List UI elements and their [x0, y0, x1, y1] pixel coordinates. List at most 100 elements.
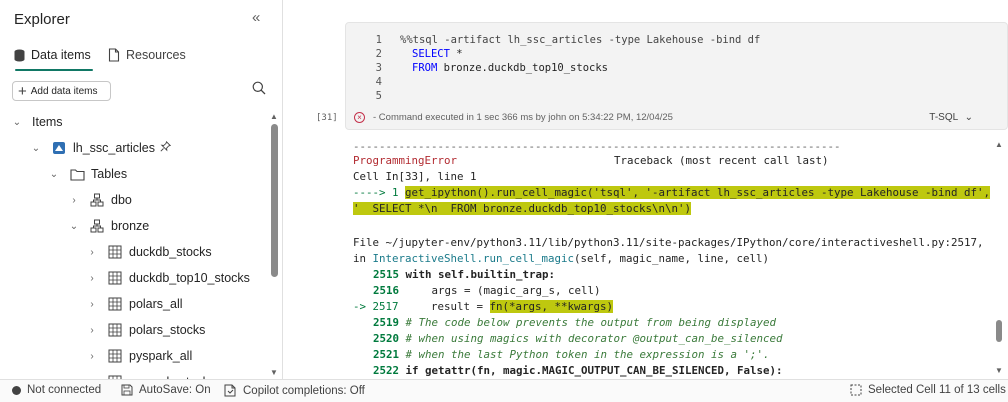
line-number: 3: [375, 62, 382, 74]
source-code: result =: [398, 300, 490, 313]
table-icon: [107, 270, 123, 286]
explorer-scrollbar[interactable]: ▲ ▼: [270, 112, 278, 379]
tab-resources[interactable]: Resources: [108, 44, 186, 66]
chevron-right-icon: ›: [90, 324, 94, 336]
source-line: 2516 args = (magic_arg_s, cell): [373, 284, 601, 297]
tree-label: duckdb_top10_stocks: [129, 271, 250, 285]
tree-item-items[interactable]: ⌄ Items: [12, 110, 63, 134]
code-line-magic[interactable]: %%tsql -artifact lh_ssc_articles -type L…: [400, 34, 760, 46]
tree-item-table[interactable]: › polars_stocks: [87, 318, 205, 342]
tree-label: bronze: [111, 219, 150, 233]
lakehouse-icon: [51, 140, 67, 156]
pin-icon[interactable]: [160, 140, 172, 155]
document-icon: [108, 48, 120, 62]
error-name: ProgrammingError: [353, 154, 458, 167]
source-comment: # when the last Python token in the expr…: [399, 348, 770, 361]
connection-label: Not connected: [27, 384, 102, 396]
folder-icon: [69, 166, 85, 182]
scroll-thumb[interactable]: [271, 124, 278, 277]
status-bar: Not connected AutoSave: On Copilot compl…: [0, 379, 1008, 402]
source-code: if getattr(fn, magic.MAGIC_OUTPUT_CAN_BE…: [399, 364, 783, 377]
chevron-right-icon: ›: [90, 272, 94, 284]
source-line: 2522 if getattr(fn, magic.MAGIC_OUTPUT_C…: [373, 364, 783, 377]
tree-item-table[interactable]: › duckdb_top10_stocks: [87, 266, 250, 290]
copilot-icon: [224, 384, 236, 397]
line-number: 2515: [373, 268, 400, 281]
tree-label: pyspark_all: [129, 349, 193, 363]
code-line-select[interactable]: SELECT *: [412, 48, 463, 60]
tree-item-bronze[interactable]: ⌄ bronze: [69, 214, 149, 238]
highlighted-call: get_ipython().run_cell_magic('tsql', '-a…: [405, 186, 991, 199]
source-code: with self.builtin_trap:: [399, 268, 556, 281]
scroll-down-icon[interactable]: ▼: [270, 368, 278, 377]
save-icon: [121, 384, 133, 396]
error-icon: ×: [354, 112, 365, 123]
database-icon: [14, 49, 25, 61]
source-code: args = (magic_arg_s, cell): [399, 284, 601, 297]
tree-label: lh_ssc_articles: [73, 141, 155, 155]
search-icon[interactable]: [252, 81, 266, 98]
language-selector[interactable]: T-SQL ⌄: [929, 112, 973, 123]
source-line: 2519 # The code below prevents the outpu…: [373, 316, 776, 329]
connection-status[interactable]: Not connected: [12, 384, 101, 396]
chevron-down-icon: ⌄: [69, 220, 79, 232]
tree-label: dbo: [111, 193, 132, 207]
chevron-down-icon: ⌄: [49, 168, 59, 180]
line-number: 2: [375, 48, 382, 60]
table-icon: [107, 244, 123, 260]
source-line: 2520 # when using magics with decorator …: [373, 332, 783, 345]
scroll-up-icon[interactable]: ▲: [270, 112, 278, 121]
traceback-line: ----> 1 get_ipython().run_cell_magic('ts…: [353, 186, 991, 199]
autosave-status[interactable]: AutoSave: On: [121, 384, 211, 396]
tree-label: Tables: [91, 167, 128, 181]
tree-item-lakehouse[interactable]: ⌄ lh_ssc_articles: [31, 136, 172, 160]
add-data-items-button[interactable]: + Add data items: [12, 81, 111, 101]
source-line: 2521 # when the last Python token in the…: [373, 348, 770, 361]
cell-output: ----------------------------------------…: [353, 142, 993, 379]
cell-status-text: - Command executed in 1 sec 366 ms by jo…: [373, 112, 673, 123]
plus-icon: +: [18, 82, 27, 100]
line-number: 2520: [373, 332, 400, 345]
language-label: T-SQL: [929, 112, 958, 123]
autosave-label: AutoSave: On: [139, 384, 211, 396]
output-rule: ----------------------------------------…: [353, 142, 841, 153]
tree-item-table[interactable]: › duckdb_stocks: [87, 240, 211, 264]
tab-data-items-label: Data items: [31, 48, 91, 62]
chevron-right-icon: ›: [90, 298, 94, 310]
arrow-marker: -> 2517: [353, 300, 399, 313]
tree-item-tables[interactable]: ⌄ Tables: [49, 162, 127, 186]
code-line-from[interactable]: FROM bronze.duckdb_top10_stocks: [412, 62, 608, 74]
tab-resources-label: Resources: [126, 48, 186, 62]
tree-label: polars_stocks: [129, 323, 206, 337]
copilot-status[interactable]: Copilot completions: Off: [224, 384, 365, 397]
tab-data-items[interactable]: Data items: [14, 44, 93, 71]
func-line: in InteractiveShell.run_cell_magic(self,…: [353, 252, 769, 265]
tree-item-table[interactable]: › pyspark_stocks: [87, 370, 215, 379]
status-dot-icon: [12, 385, 21, 395]
source-comment: # The code below prevents the output fro…: [399, 316, 777, 329]
tree-item-dbo[interactable]: › dbo: [69, 188, 132, 212]
in-word: in: [353, 252, 373, 265]
code-cell[interactable]: 1 2 3 4 5 %%tsql -artifact lh_ssc_articl…: [345, 22, 1008, 130]
cell-ref: Cell In[33], line 1: [353, 170, 477, 183]
highlighted-call: ' SELECT *\n FROM bronze.duckdb_top10_st…: [353, 202, 692, 215]
table-icon: [107, 322, 123, 338]
tree-item-table[interactable]: › pyspark_all: [87, 344, 192, 368]
schema-icon: [89, 192, 105, 208]
arrow-marker: ----> 1: [353, 186, 406, 199]
code-text: *: [449, 48, 463, 60]
tree-item-table[interactable]: › polars_all: [87, 292, 182, 316]
copilot-label: Copilot completions: Off: [243, 384, 365, 397]
source-line: 2515 with self.builtin_trap:: [373, 268, 555, 281]
chevron-down-icon: ⌄: [964, 112, 973, 123]
traceback-line: ' SELECT *\n FROM bronze.duckdb_top10_st…: [353, 202, 692, 215]
line-number: 1: [375, 34, 382, 46]
output-scrollbar[interactable]: ▲ ▼: [994, 140, 1004, 379]
scroll-up-icon[interactable]: ▲: [995, 140, 1003, 149]
scroll-thumb[interactable]: [996, 320, 1002, 342]
execution-count: [31]: [316, 113, 338, 123]
function-args: (self, magic_name, line, cell): [574, 252, 770, 265]
source-line-current: -> 2517 result = fn(*args, **kwargs): [353, 300, 614, 313]
scroll-down-icon[interactable]: ▼: [995, 366, 1003, 375]
collapse-panel-button[interactable]: «: [252, 9, 260, 26]
